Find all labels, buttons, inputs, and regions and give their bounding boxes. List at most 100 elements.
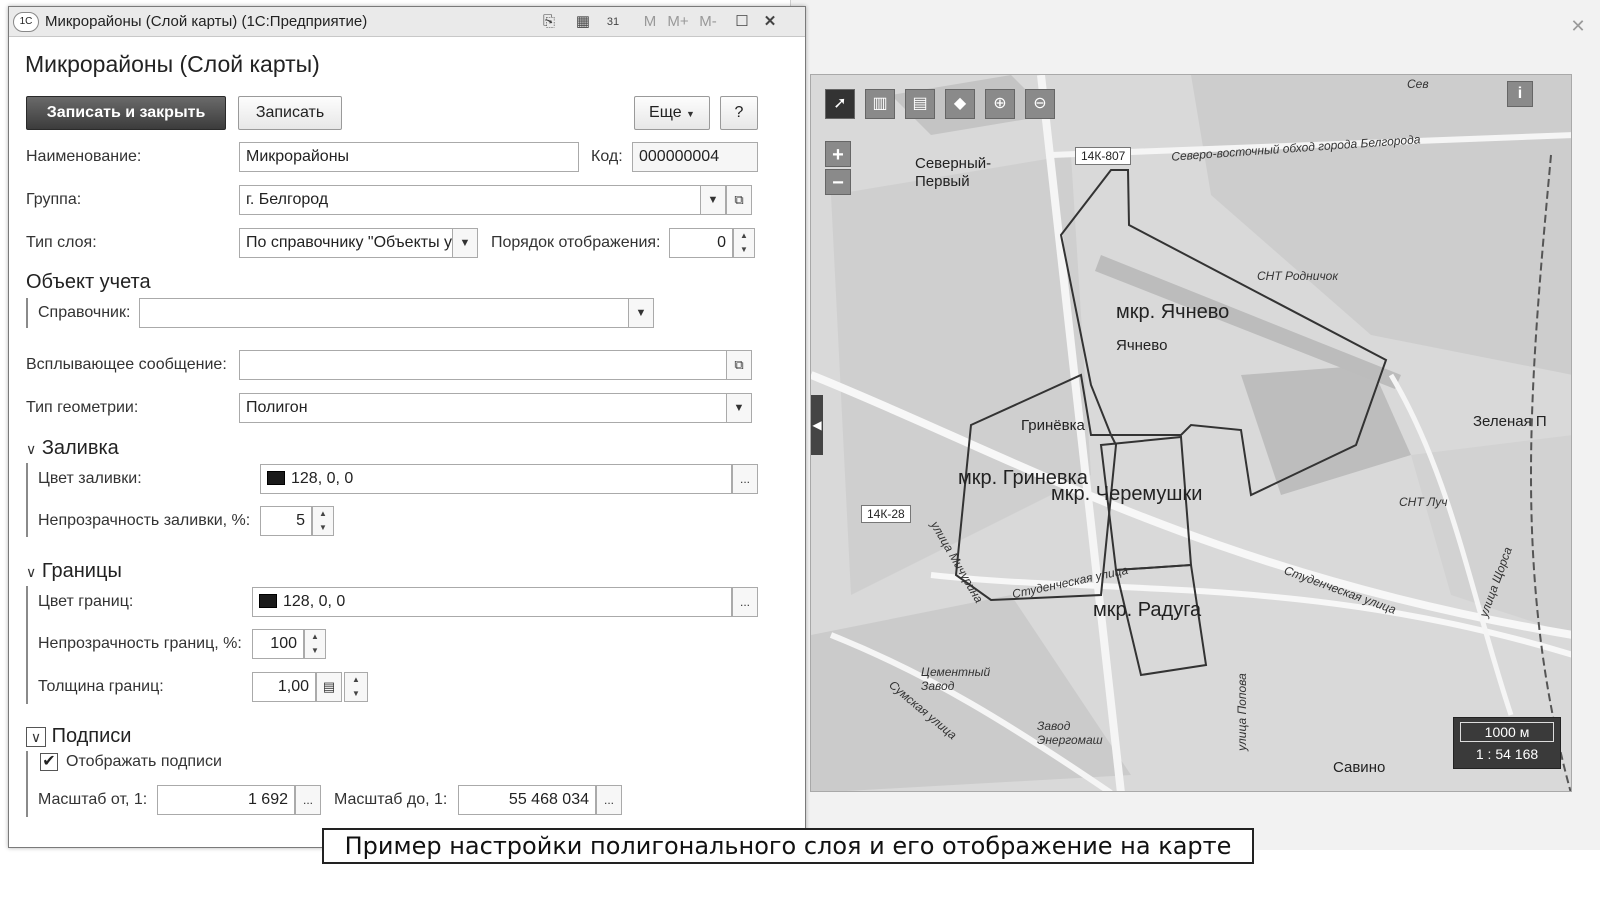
popup-label: Всплывающее сообщение: [26, 356, 227, 373]
color-swatch-icon [259, 594, 277, 608]
close-icon[interactable]: ✕ [759, 11, 781, 33]
stepper-up-icon[interactable]: ▲ [305, 630, 325, 644]
place-label: Савино [1333, 759, 1386, 776]
group-label: Группа: [26, 191, 82, 208]
code-label: Код: [591, 148, 623, 165]
popup-field[interactable] [239, 350, 727, 380]
fill-color-field[interactable]: 128, 0, 0 [260, 464, 732, 494]
open-icon[interactable]: ⧉ [726, 185, 752, 215]
border-color-label: Цвет границ: [38, 593, 134, 610]
chevron-down-icon[interactable]: ▼ [700, 185, 726, 215]
calendar-31-icon[interactable]: 31 [601, 11, 625, 33]
map-view[interactable]: ➚ ▥ ▤ ◆ ⊕ ⊖ i + − ◀ 14К-807 14К-28 Север… [810, 74, 1572, 792]
select-button[interactable]: ... [596, 785, 622, 815]
geometry-label: Тип геометрии: [26, 399, 139, 416]
border-opacity-field[interactable]: 100 [252, 629, 304, 659]
group-field[interactable]: г. Белгород [239, 185, 701, 215]
name-label: Наименование: [26, 148, 142, 165]
select-button[interactable]: ... [732, 464, 758, 494]
map-small-label: Завод Энергомаш [1037, 719, 1103, 747]
display-order-field[interactable]: 0 [669, 228, 733, 258]
chevron-down-icon: ∨ [26, 564, 37, 580]
stepper-down-icon[interactable]: ▼ [305, 644, 325, 658]
select-button[interactable]: ... [295, 785, 321, 815]
stepper-down-icon[interactable]: ▼ [313, 521, 333, 535]
district-label: мкр. Черемушки [1051, 483, 1203, 505]
border-color-value: 128, 0, 0 [283, 593, 346, 610]
display-order-stepper[interactable]: ▲ ▼ [733, 228, 755, 258]
fill-title: Заливка [41, 437, 119, 459]
name-field[interactable]: Микрорайоны [239, 142, 579, 172]
chevron-down-icon[interactable]: ▼ [726, 393, 752, 423]
save-button[interactable]: Записать [238, 96, 342, 130]
map-small-label: СНТ Луч [1399, 495, 1448, 509]
page-title: Микрорайоны (Слой карты) [25, 51, 320, 77]
help-button[interactable]: ? [720, 96, 758, 130]
display-order-label: Порядок отображения: [491, 234, 661, 251]
code-field[interactable]: 000000004 [632, 142, 758, 172]
borders-title: Границы [41, 560, 122, 582]
layers-icon[interactable]: ▤ [905, 89, 935, 119]
info-icon[interactable]: i [1507, 81, 1533, 107]
border-width-stepper[interactable]: ▲ ▼ [344, 672, 368, 702]
zoom-in-icon[interactable]: ⊕ [985, 89, 1015, 119]
show-captions-label[interactable]: Отображать подписи [66, 747, 222, 777]
border-opacity-label: Непрозрачность границ, %: [38, 635, 242, 652]
scale-ratio: 1 : 54 168 [1475, 746, 1539, 762]
zoom-out-icon[interactable]: ⊖ [1025, 89, 1055, 119]
road-badge: 14К-28 [861, 505, 911, 523]
chevron-down-icon[interactable]: ▼ [452, 228, 478, 258]
close-icon[interactable]: ✕ [1568, 16, 1588, 36]
title-bar: 1С Микрорайоны (Слой карты) (1С:Предприя… [9, 7, 805, 37]
district-label: мкр. Радуга [1093, 599, 1202, 621]
select-button[interactable]: ... [732, 587, 758, 617]
border-color-field[interactable]: 128, 0, 0 [252, 587, 732, 617]
memory-m-button[interactable]: M [641, 11, 659, 33]
memory-plus-button[interactable]: M+ [665, 11, 691, 33]
cursor-icon[interactable]: ➚ [825, 89, 855, 119]
save-and-close-button[interactable]: Записать и закрыть [26, 96, 226, 130]
map-small-label: улица Попова [1234, 673, 1249, 751]
chevron-down-icon: ▼ [686, 109, 695, 119]
open-icon[interactable]: ⧉ [726, 350, 752, 380]
calendar-icon[interactable]: ▦ [571, 11, 595, 33]
memory-minus-button[interactable]: M- [695, 11, 721, 33]
stepper-up-icon[interactable]: ▲ [345, 673, 367, 687]
pan-icon[interactable]: ◆ [945, 89, 975, 119]
stepper-up-icon[interactable]: ▲ [734, 229, 754, 243]
collapse-panel-icon[interactable]: ◀ [811, 395, 823, 455]
borders-section-header[interactable]: ∨ Границы [26, 558, 122, 585]
more-button[interactable]: Еще ▼ [634, 96, 710, 130]
group-bar [26, 586, 28, 704]
place-label: Зеленая П [1473, 413, 1547, 430]
scale-to-field[interactable]: 55 468 034 [458, 785, 596, 815]
fill-opacity-stepper[interactable]: ▲ ▼ [312, 506, 334, 536]
chevron-down-icon[interactable]: ▼ [628, 298, 654, 328]
stepper-up-icon[interactable]: ▲ [313, 507, 333, 521]
zoom-out-button[interactable]: − [825, 169, 851, 195]
border-width-field[interactable]: 1,00 [252, 672, 316, 702]
link-icon[interactable]: ⎘ [537, 11, 561, 33]
maximize-icon[interactable]: ☐ [731, 11, 753, 33]
app-logo-icon: 1С [13, 12, 39, 32]
measure-icon[interactable]: ▥ [865, 89, 895, 119]
catalog-label: Справочник: [38, 304, 131, 321]
place-label: Ячнево [1116, 337, 1168, 354]
stepper-down-icon[interactable]: ▼ [345, 687, 367, 701]
layer-type-field[interactable]: По справочнику "Объекты у [239, 228, 453, 258]
catalog-field[interactable] [139, 298, 629, 328]
chevron-down-icon: ∨ [26, 441, 37, 457]
geometry-field[interactable]: Полигон [239, 393, 727, 423]
calculator-icon[interactable]: ▤ [316, 672, 342, 702]
fill-opacity-field[interactable]: 5 [260, 506, 312, 536]
zoom-in-button[interactable]: + [825, 141, 851, 167]
place-label: Северный-Первый [915, 155, 992, 190]
show-captions-checkbox[interactable]: ✔ [40, 753, 58, 771]
scale-from-field[interactable]: 1 692 [157, 785, 295, 815]
border-opacity-stepper[interactable]: ▲ ▼ [304, 629, 326, 659]
fill-opacity-label: Непрозрачность заливки, %: [38, 512, 251, 529]
captions-section-header[interactable]: ∨ Подписи [26, 723, 131, 749]
scale-distance: 1000 м [1460, 722, 1554, 742]
fill-section-header[interactable]: ∨ Заливка [26, 435, 119, 462]
stepper-down-icon[interactable]: ▼ [734, 243, 754, 257]
